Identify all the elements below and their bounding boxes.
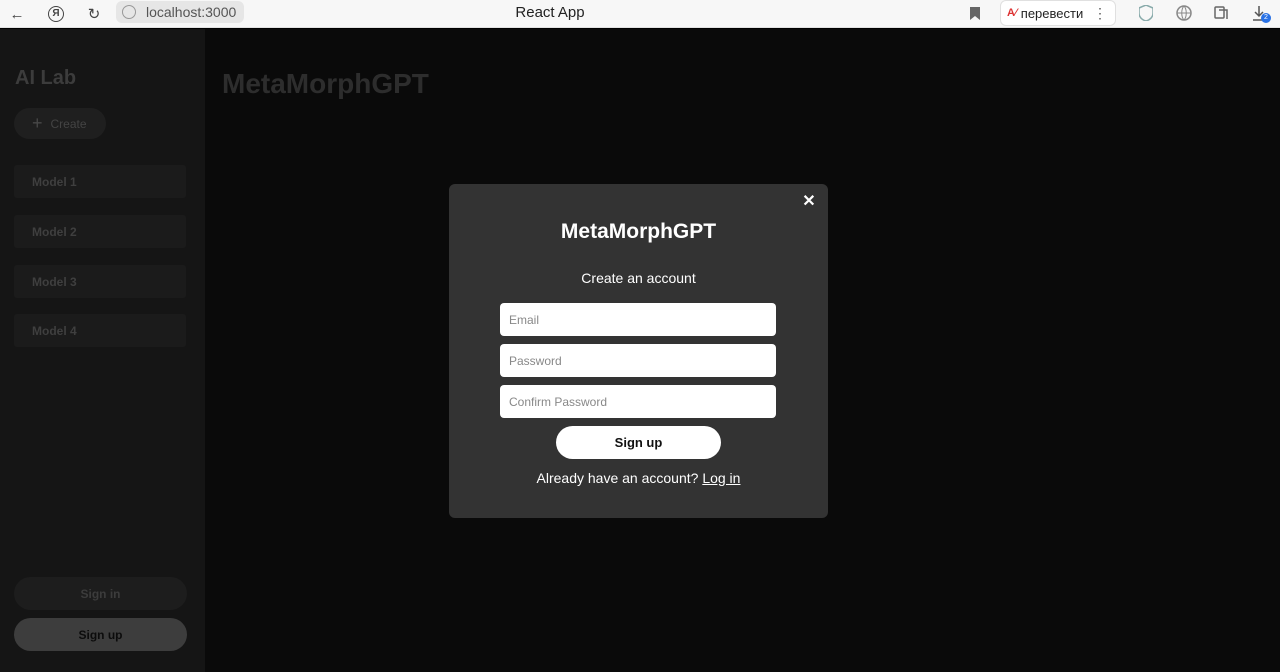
- login-prompt-line: Already have an account? Log in: [449, 470, 828, 486]
- sign-up-submit-button[interactable]: Sign up: [556, 426, 721, 459]
- confirm-password-field[interactable]: [500, 385, 776, 418]
- email-field[interactable]: [500, 303, 776, 336]
- create-label: Create: [50, 116, 87, 131]
- sign-up-button[interactable]: Sign up: [14, 618, 187, 651]
- sidebar-item-model-2[interactable]: Model 2: [14, 215, 186, 248]
- password-field[interactable]: [500, 344, 776, 377]
- sidebar: AI Lab + Create Model 1 Model 2 Model 3 …: [0, 29, 205, 672]
- modal-title: MetaMorphGPT: [560, 220, 717, 243]
- sidebar-item-model-4[interactable]: Model 4: [14, 314, 186, 347]
- login-prompt: Already have an account?: [536, 470, 699, 486]
- plus-icon: +: [32, 113, 43, 133]
- vpn-globe-icon[interactable]: [1175, 4, 1193, 22]
- app-root: AI Lab + Create Model 1 Model 2 Model 3 …: [0, 29, 1280, 672]
- create-button[interactable]: + Create: [14, 108, 106, 139]
- page-title: MetaMorphGPT: [222, 68, 429, 99]
- tab-title: React App: [515, 4, 585, 21]
- modal-subtitle: Create an account: [581, 270, 696, 286]
- signup-modal: ✕ MetaMorphGPT Create an account Sign up…: [449, 184, 828, 518]
- browser-toolbar: ← Я ↻ localhost:3000 React App A⁄ переве…: [0, 0, 1280, 28]
- bookmark-icon[interactable]: [966, 4, 984, 22]
- shield-icon[interactable]: [1137, 4, 1155, 22]
- downloads-badge: 2: [1261, 13, 1271, 23]
- brand-logo: AI Lab: [15, 67, 77, 89]
- close-icon[interactable]: ✕: [802, 194, 816, 210]
- more-icon[interactable]: ⋮: [1093, 5, 1107, 22]
- login-link[interactable]: Log in: [702, 470, 740, 486]
- sidebar-item-model-3[interactable]: Model 3: [14, 265, 186, 298]
- translate-button[interactable]: A⁄ перевести ⋮: [1000, 0, 1116, 26]
- translate-icon: A⁄: [1007, 7, 1017, 19]
- sidebar-item-model-1[interactable]: Model 1: [14, 165, 186, 198]
- collections-icon[interactable]: [1212, 4, 1230, 22]
- sign-in-button[interactable]: Sign in: [14, 577, 187, 610]
- translate-label: перевести: [1020, 5, 1084, 21]
